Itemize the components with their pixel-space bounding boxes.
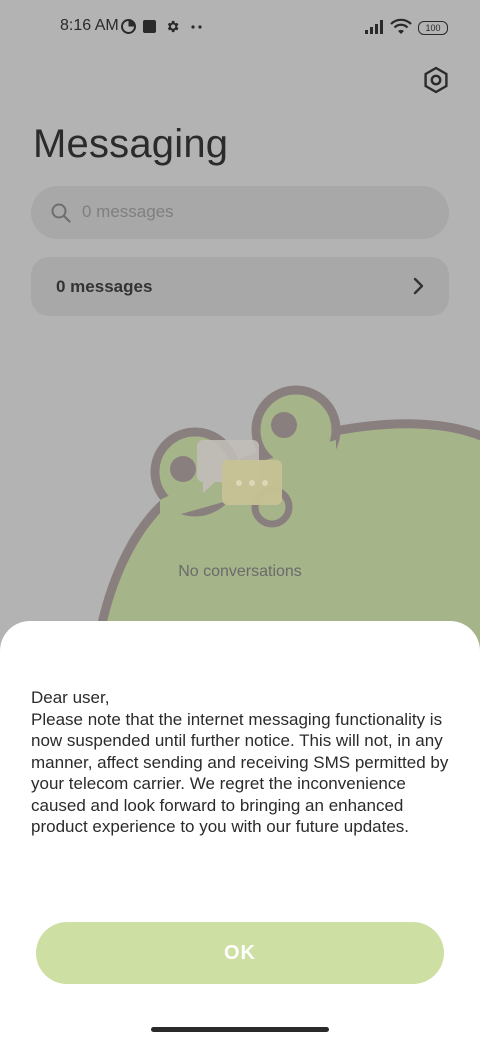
chat-dot (236, 480, 242, 486)
status-bar: 8:16 AM 100 (0, 0, 480, 56)
summary-label: 0 messages (56, 277, 153, 296)
status-time: 8:16 AM (60, 17, 119, 34)
frog-illustration (90, 385, 480, 660)
gear-icon (167, 20, 179, 33)
chevron-right-icon (413, 277, 424, 295)
more-dots-icon (191, 25, 202, 29)
wifi-icon (390, 18, 412, 34)
search-placeholder: 0 messages (82, 202, 174, 221)
search-icon (51, 203, 71, 223)
page-title: Messaging (33, 122, 229, 166)
ok-button[interactable]: OK (36, 922, 444, 984)
messages-summary-row[interactable]: 0 messages (31, 257, 449, 316)
notice-dialog: Dear user, Please note that the internet… (0, 621, 480, 1040)
home-indicator[interactable] (151, 1027, 329, 1032)
frog-left-pupil (170, 456, 196, 482)
messaging-app: 8:16 AM 100 Messaging 0 messages 0 messa… (0, 0, 480, 1040)
chat-dot (249, 480, 255, 486)
dialog-message: Dear user, Please note that the internet… (31, 688, 449, 836)
data-saver-icon (121, 19, 136, 34)
search-input[interactable]: 0 messages (31, 186, 449, 239)
frog-right-pupil (271, 412, 297, 438)
square-notification-icon (143, 20, 156, 33)
settings-hex-icon[interactable] (420, 64, 452, 96)
empty-state-text: No conversations (178, 563, 302, 580)
battery-icon: 100 (418, 21, 448, 35)
signal-icon (365, 20, 383, 34)
chat-dot (262, 480, 268, 486)
